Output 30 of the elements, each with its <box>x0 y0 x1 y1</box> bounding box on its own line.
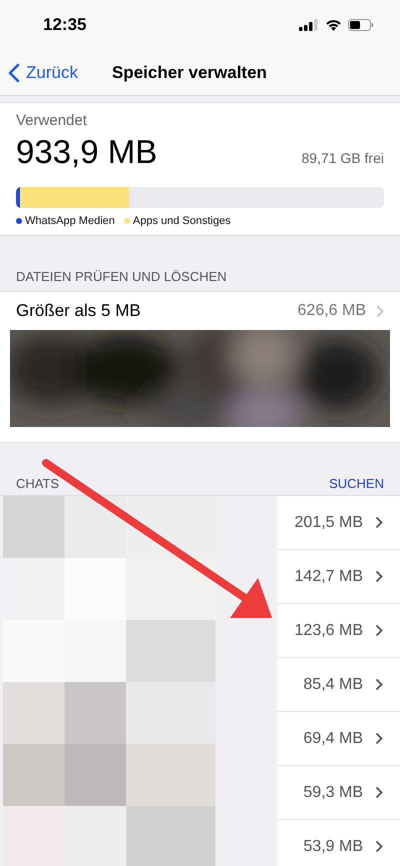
chevron-right-icon <box>375 678 383 691</box>
used-amount: 933,9 MB <box>16 133 158 171</box>
chat-row[interactable]: 53,9 MB <box>277 820 400 866</box>
chat-row[interactable]: 142,7 MB <box>277 550 400 604</box>
chevron-right-icon <box>375 624 383 637</box>
chat-row[interactable]: 123,6 MB <box>277 604 400 658</box>
signal-icon <box>299 19 319 31</box>
chat-row[interactable]: 85,4 MB <box>277 658 400 712</box>
status-time: 12:35 <box>43 15 86 35</box>
back-button[interactable]: Zurück <box>8 62 78 82</box>
page-title: Speicher verwalten <box>112 62 267 82</box>
chevron-right-icon <box>375 840 383 853</box>
chevron-right-icon <box>375 570 383 583</box>
battery-icon <box>348 19 374 31</box>
chat-row[interactable]: 69,4 MB <box>277 712 400 766</box>
chevron-left-icon <box>8 62 20 82</box>
legend-label: Apps und Sonstiges <box>132 215 231 227</box>
chevron-right-icon <box>375 732 383 745</box>
section-header: CHATS <box>16 476 60 491</box>
section-header: DATEIEN PRÜFEN UND LÖSCHEN <box>16 269 227 284</box>
free-space: 89,71 GB frei <box>302 150 384 166</box>
chevron-right-icon <box>375 516 383 529</box>
used-label: Verwendet <box>16 112 88 129</box>
chat-row[interactable]: 59,3 MB <box>277 766 400 820</box>
search-link[interactable]: SUCHEN <box>329 476 384 491</box>
legend-label: WhatsApp Medien <box>25 215 115 227</box>
chevron-right-icon <box>375 786 383 799</box>
wifi-icon <box>325 19 342 31</box>
chevron-right-icon <box>376 304 384 318</box>
chat-row[interactable]: 201,5 MB <box>277 496 400 550</box>
